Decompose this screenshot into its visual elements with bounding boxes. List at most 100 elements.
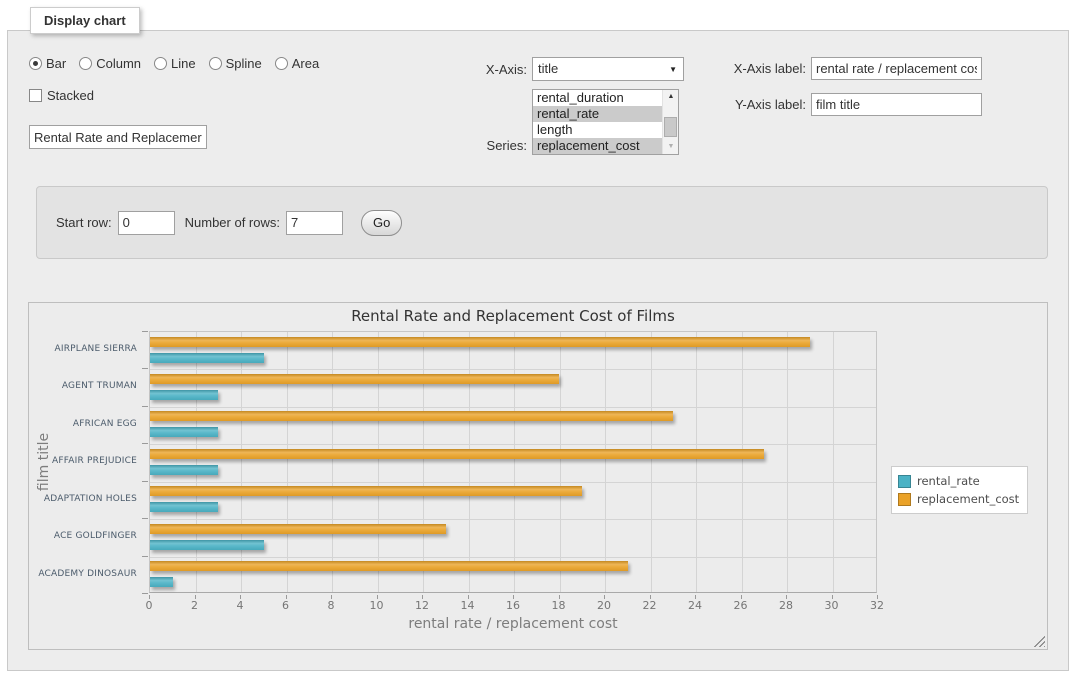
series-option-rental_duration[interactable]: rental_duration bbox=[533, 90, 662, 106]
y-axis-label-input[interactable] bbox=[811, 93, 982, 116]
x-tick-label: 8 bbox=[311, 599, 351, 612]
rental_rate-bar bbox=[150, 427, 218, 437]
num-rows-input[interactable] bbox=[286, 211, 343, 235]
x-tick-label: 24 bbox=[675, 599, 715, 612]
start-row-input[interactable] bbox=[118, 211, 175, 235]
x-axis-select[interactable]: title ▼ bbox=[532, 57, 684, 81]
chart-type-radio-group: Bar Column Line Spline Area bbox=[29, 55, 319, 71]
x-tick-label: 6 bbox=[266, 599, 306, 612]
x-tick-label: 28 bbox=[766, 599, 806, 612]
category-label: AIRPLANE SIERRA bbox=[29, 331, 143, 368]
radio-icon[interactable] bbox=[29, 57, 42, 70]
gridline-horizontal bbox=[150, 557, 876, 558]
legend-label: replacement_cost bbox=[917, 492, 1019, 506]
x-tick-label: 22 bbox=[630, 599, 670, 612]
gridline-vertical bbox=[833, 332, 834, 592]
gridline-vertical bbox=[651, 332, 652, 592]
x-tick-mark bbox=[513, 595, 514, 599]
y-tick-mark bbox=[142, 368, 148, 369]
y-tick-mark bbox=[142, 443, 148, 444]
gridline-vertical bbox=[696, 332, 697, 592]
scroll-down-icon[interactable]: ▼ bbox=[663, 140, 679, 154]
x-tick-label: 32 bbox=[857, 599, 897, 612]
chart-type-radio-spline[interactable]: Spline bbox=[209, 56, 262, 71]
gridline-vertical bbox=[332, 332, 333, 592]
gridline-vertical bbox=[287, 332, 288, 592]
gridline-horizontal bbox=[150, 482, 876, 483]
x-tick-label: 4 bbox=[220, 599, 260, 612]
legend-item: replacement_cost bbox=[898, 490, 1019, 508]
chart-type-radio-bar[interactable]: Bar bbox=[29, 56, 66, 71]
row-controls-panel: Start row: Number of rows: Go bbox=[36, 186, 1048, 259]
scroll-up-icon[interactable]: ▲ bbox=[663, 90, 679, 104]
series-label: Series: bbox=[420, 138, 527, 153]
x-tick-mark bbox=[604, 595, 605, 599]
series-option-rental_rate[interactable]: rental_rate bbox=[533, 106, 662, 122]
legend-swatch bbox=[898, 475, 911, 488]
x-tick-mark bbox=[286, 595, 287, 599]
x-tick-label: 0 bbox=[129, 599, 169, 612]
gridline-horizontal bbox=[150, 407, 876, 408]
gridline-vertical bbox=[378, 332, 379, 592]
series-listbox[interactable]: rental_durationrental_ratelengthreplacem… bbox=[532, 89, 679, 155]
dropdown-arrow-icon: ▼ bbox=[669, 65, 677, 75]
stacked-option[interactable]: Stacked bbox=[29, 88, 94, 103]
x-axis-label-input[interactable] bbox=[811, 57, 982, 80]
x-tick-mark bbox=[786, 595, 787, 599]
x-axis-label-field-label: X-Axis label: bbox=[690, 61, 806, 76]
gridline-vertical bbox=[605, 332, 606, 592]
num-rows-label: Number of rows: bbox=[185, 215, 280, 230]
x-tick-mark bbox=[331, 595, 332, 599]
gridline-horizontal bbox=[150, 519, 876, 520]
x-tick-mark bbox=[650, 595, 651, 599]
radio-icon[interactable] bbox=[79, 57, 92, 70]
gridline-vertical bbox=[560, 332, 561, 592]
radio-icon[interactable] bbox=[154, 57, 167, 70]
y-axis-label-field-label: Y-Axis label: bbox=[690, 97, 806, 112]
replacement_cost-bar bbox=[150, 486, 582, 496]
x-tick-label: 20 bbox=[584, 599, 624, 612]
legend-label: rental_rate bbox=[917, 474, 980, 488]
x-tick-mark bbox=[377, 595, 378, 599]
series-option-replacement_cost[interactable]: replacement_cost bbox=[533, 138, 662, 154]
rental_rate-bar bbox=[150, 465, 218, 475]
stacked-checkbox[interactable] bbox=[29, 89, 42, 102]
gridline-horizontal bbox=[150, 369, 876, 370]
chart-type-radio-area[interactable]: Area bbox=[275, 56, 319, 71]
y-tick-mark bbox=[142, 481, 148, 482]
replacement_cost-bar bbox=[150, 524, 446, 534]
stacked-label: Stacked bbox=[47, 88, 94, 103]
legend-item: rental_rate bbox=[898, 472, 1019, 490]
chart-type-radio-line[interactable]: Line bbox=[154, 56, 196, 71]
chart-title-input[interactable] bbox=[29, 125, 207, 149]
display-chart-page: Display chart BarColumnLineSplineArea St… bbox=[0, 0, 1081, 681]
chart-type-radio-column[interactable]: Column bbox=[79, 56, 141, 71]
scrollbar-thumb[interactable] bbox=[664, 117, 677, 137]
category-label: ACADEMY DINOSAUR bbox=[29, 556, 143, 593]
replacement_cost-bar bbox=[150, 337, 810, 347]
x-tick-label: 18 bbox=[539, 599, 579, 612]
resize-grip-icon[interactable] bbox=[1033, 635, 1045, 647]
x-tick-label: 26 bbox=[721, 599, 761, 612]
x-tick-label: 30 bbox=[812, 599, 852, 612]
y-tick-mark bbox=[142, 593, 148, 594]
y-tick-mark bbox=[142, 331, 148, 332]
go-button[interactable]: Go bbox=[361, 210, 402, 236]
y-tick-mark bbox=[142, 406, 148, 407]
y-tick-mark bbox=[142, 518, 148, 519]
radio-label: Spline bbox=[226, 56, 262, 71]
series-scrollbar[interactable]: ▲ ▼ bbox=[662, 90, 678, 154]
x-tick-label: 16 bbox=[493, 599, 533, 612]
series-option-length[interactable]: length bbox=[533, 122, 662, 138]
chart-title: Rental Rate and Replacement Cost of Film… bbox=[149, 307, 877, 325]
x-tick-label: 10 bbox=[357, 599, 397, 612]
x-tick-mark bbox=[695, 595, 696, 599]
x-tick-mark bbox=[240, 595, 241, 599]
gridline-vertical bbox=[423, 332, 424, 592]
x-tick-label: 2 bbox=[175, 599, 215, 612]
x-axis-title: rental rate / replacement cost bbox=[149, 616, 877, 632]
chart-area: Rental Rate and Replacement Cost of Film… bbox=[28, 302, 1048, 650]
radio-icon[interactable] bbox=[209, 57, 222, 70]
radio-icon[interactable] bbox=[275, 57, 288, 70]
legend-swatch bbox=[898, 493, 911, 506]
